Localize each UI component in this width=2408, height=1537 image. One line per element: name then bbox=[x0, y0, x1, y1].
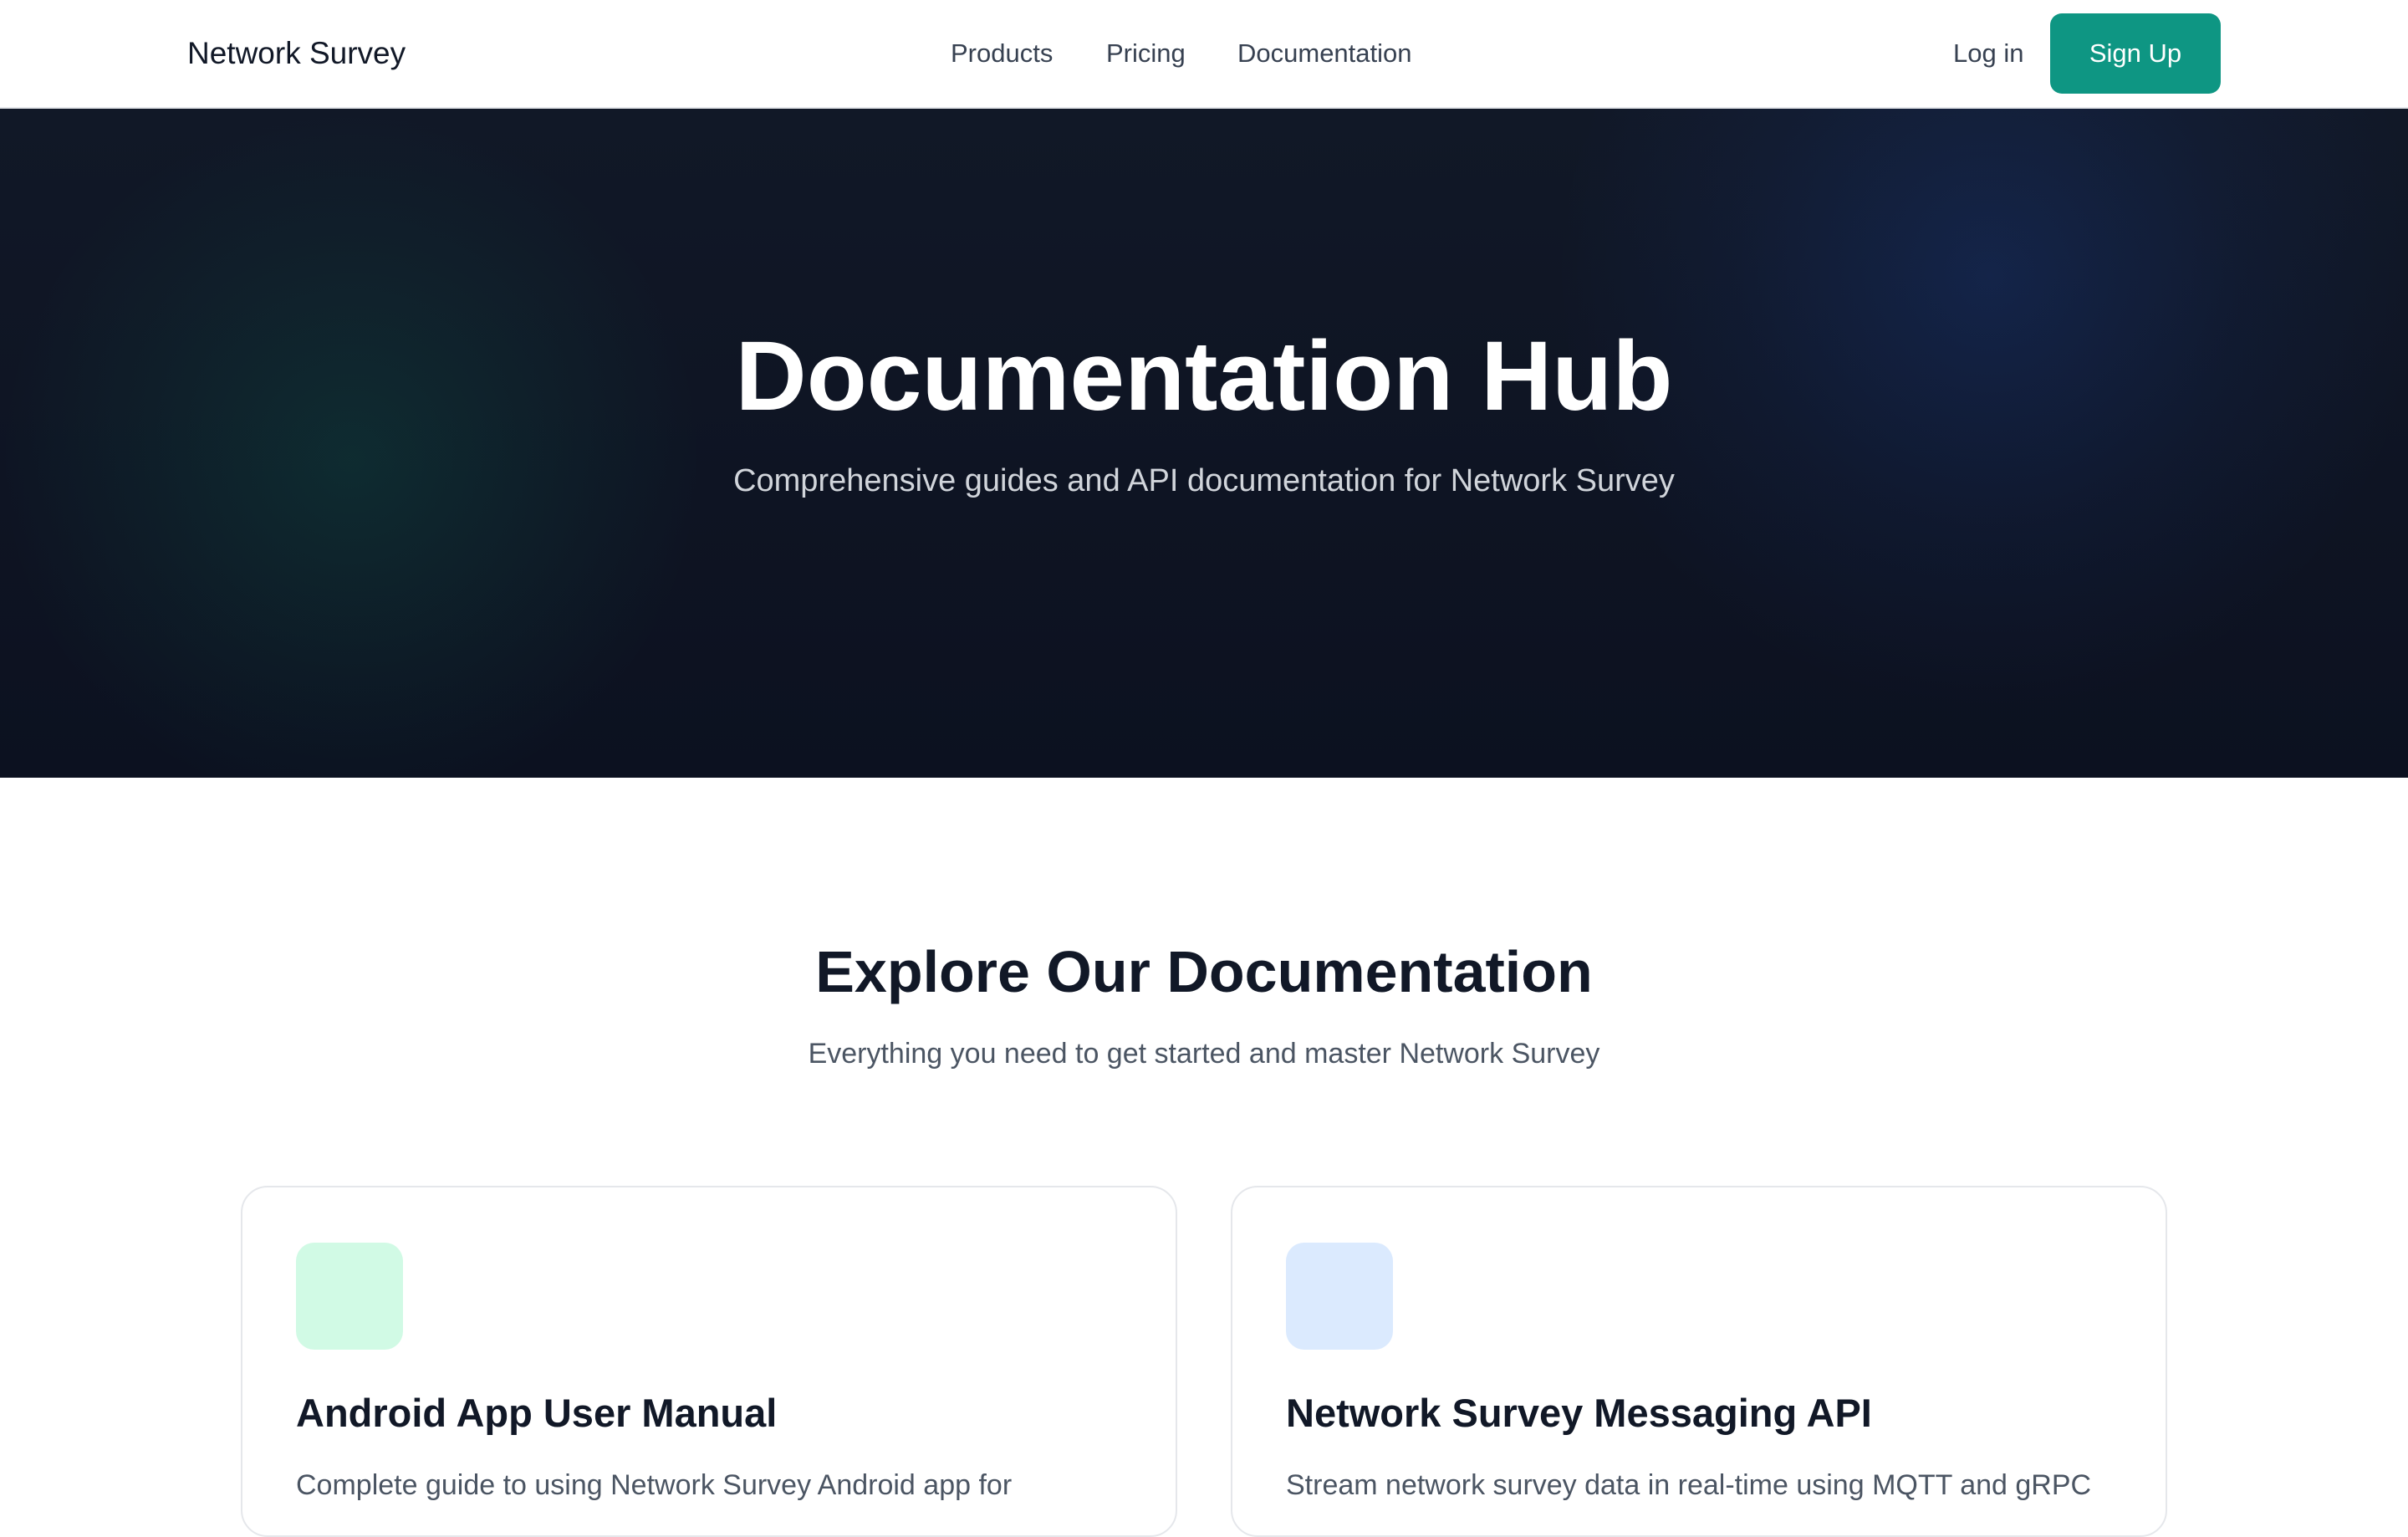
card-title: Android App User Manual bbox=[296, 1391, 778, 1435]
nav-pricing[interactable]: Pricing bbox=[1106, 37, 1186, 70]
main-nav: Products Pricing Documentation bbox=[0, 37, 2408, 70]
hero-title: Documentation Hub bbox=[735, 321, 1673, 431]
card-title: Network Survey Messaging API bbox=[1286, 1391, 1872, 1435]
doc-card-android-manual[interactable]: Android App User Manual Complete guide t… bbox=[241, 1186, 1177, 1537]
login-link[interactable]: Log in bbox=[1953, 37, 2023, 70]
android-manual-icon bbox=[296, 1243, 403, 1350]
site-header: Network Survey Products Pricing Document… bbox=[0, 0, 2408, 109]
card-description: Stream network survey data in real-time … bbox=[1286, 1469, 2092, 1501]
section-subtitle: Everything you need to get started and m… bbox=[808, 1038, 1600, 1070]
nav-documentation[interactable]: Documentation bbox=[1237, 37, 1412, 70]
doc-card-messaging-api[interactable]: Network Survey Messaging API Stream netw… bbox=[1231, 1186, 2167, 1537]
section-title: Explore Our Documentation bbox=[815, 939, 1593, 1004]
card-description: Complete guide to using Network Survey A… bbox=[296, 1469, 1013, 1501]
signup-button[interactable]: Sign Up bbox=[2050, 13, 2221, 94]
messaging-api-icon bbox=[1286, 1243, 1393, 1350]
hero-section: Documentation Hub Comprehensive guides a… bbox=[0, 109, 2408, 778]
hero-subtitle: Comprehensive guides and API documentati… bbox=[733, 463, 1675, 498]
nav-products[interactable]: Products bbox=[951, 37, 1053, 70]
